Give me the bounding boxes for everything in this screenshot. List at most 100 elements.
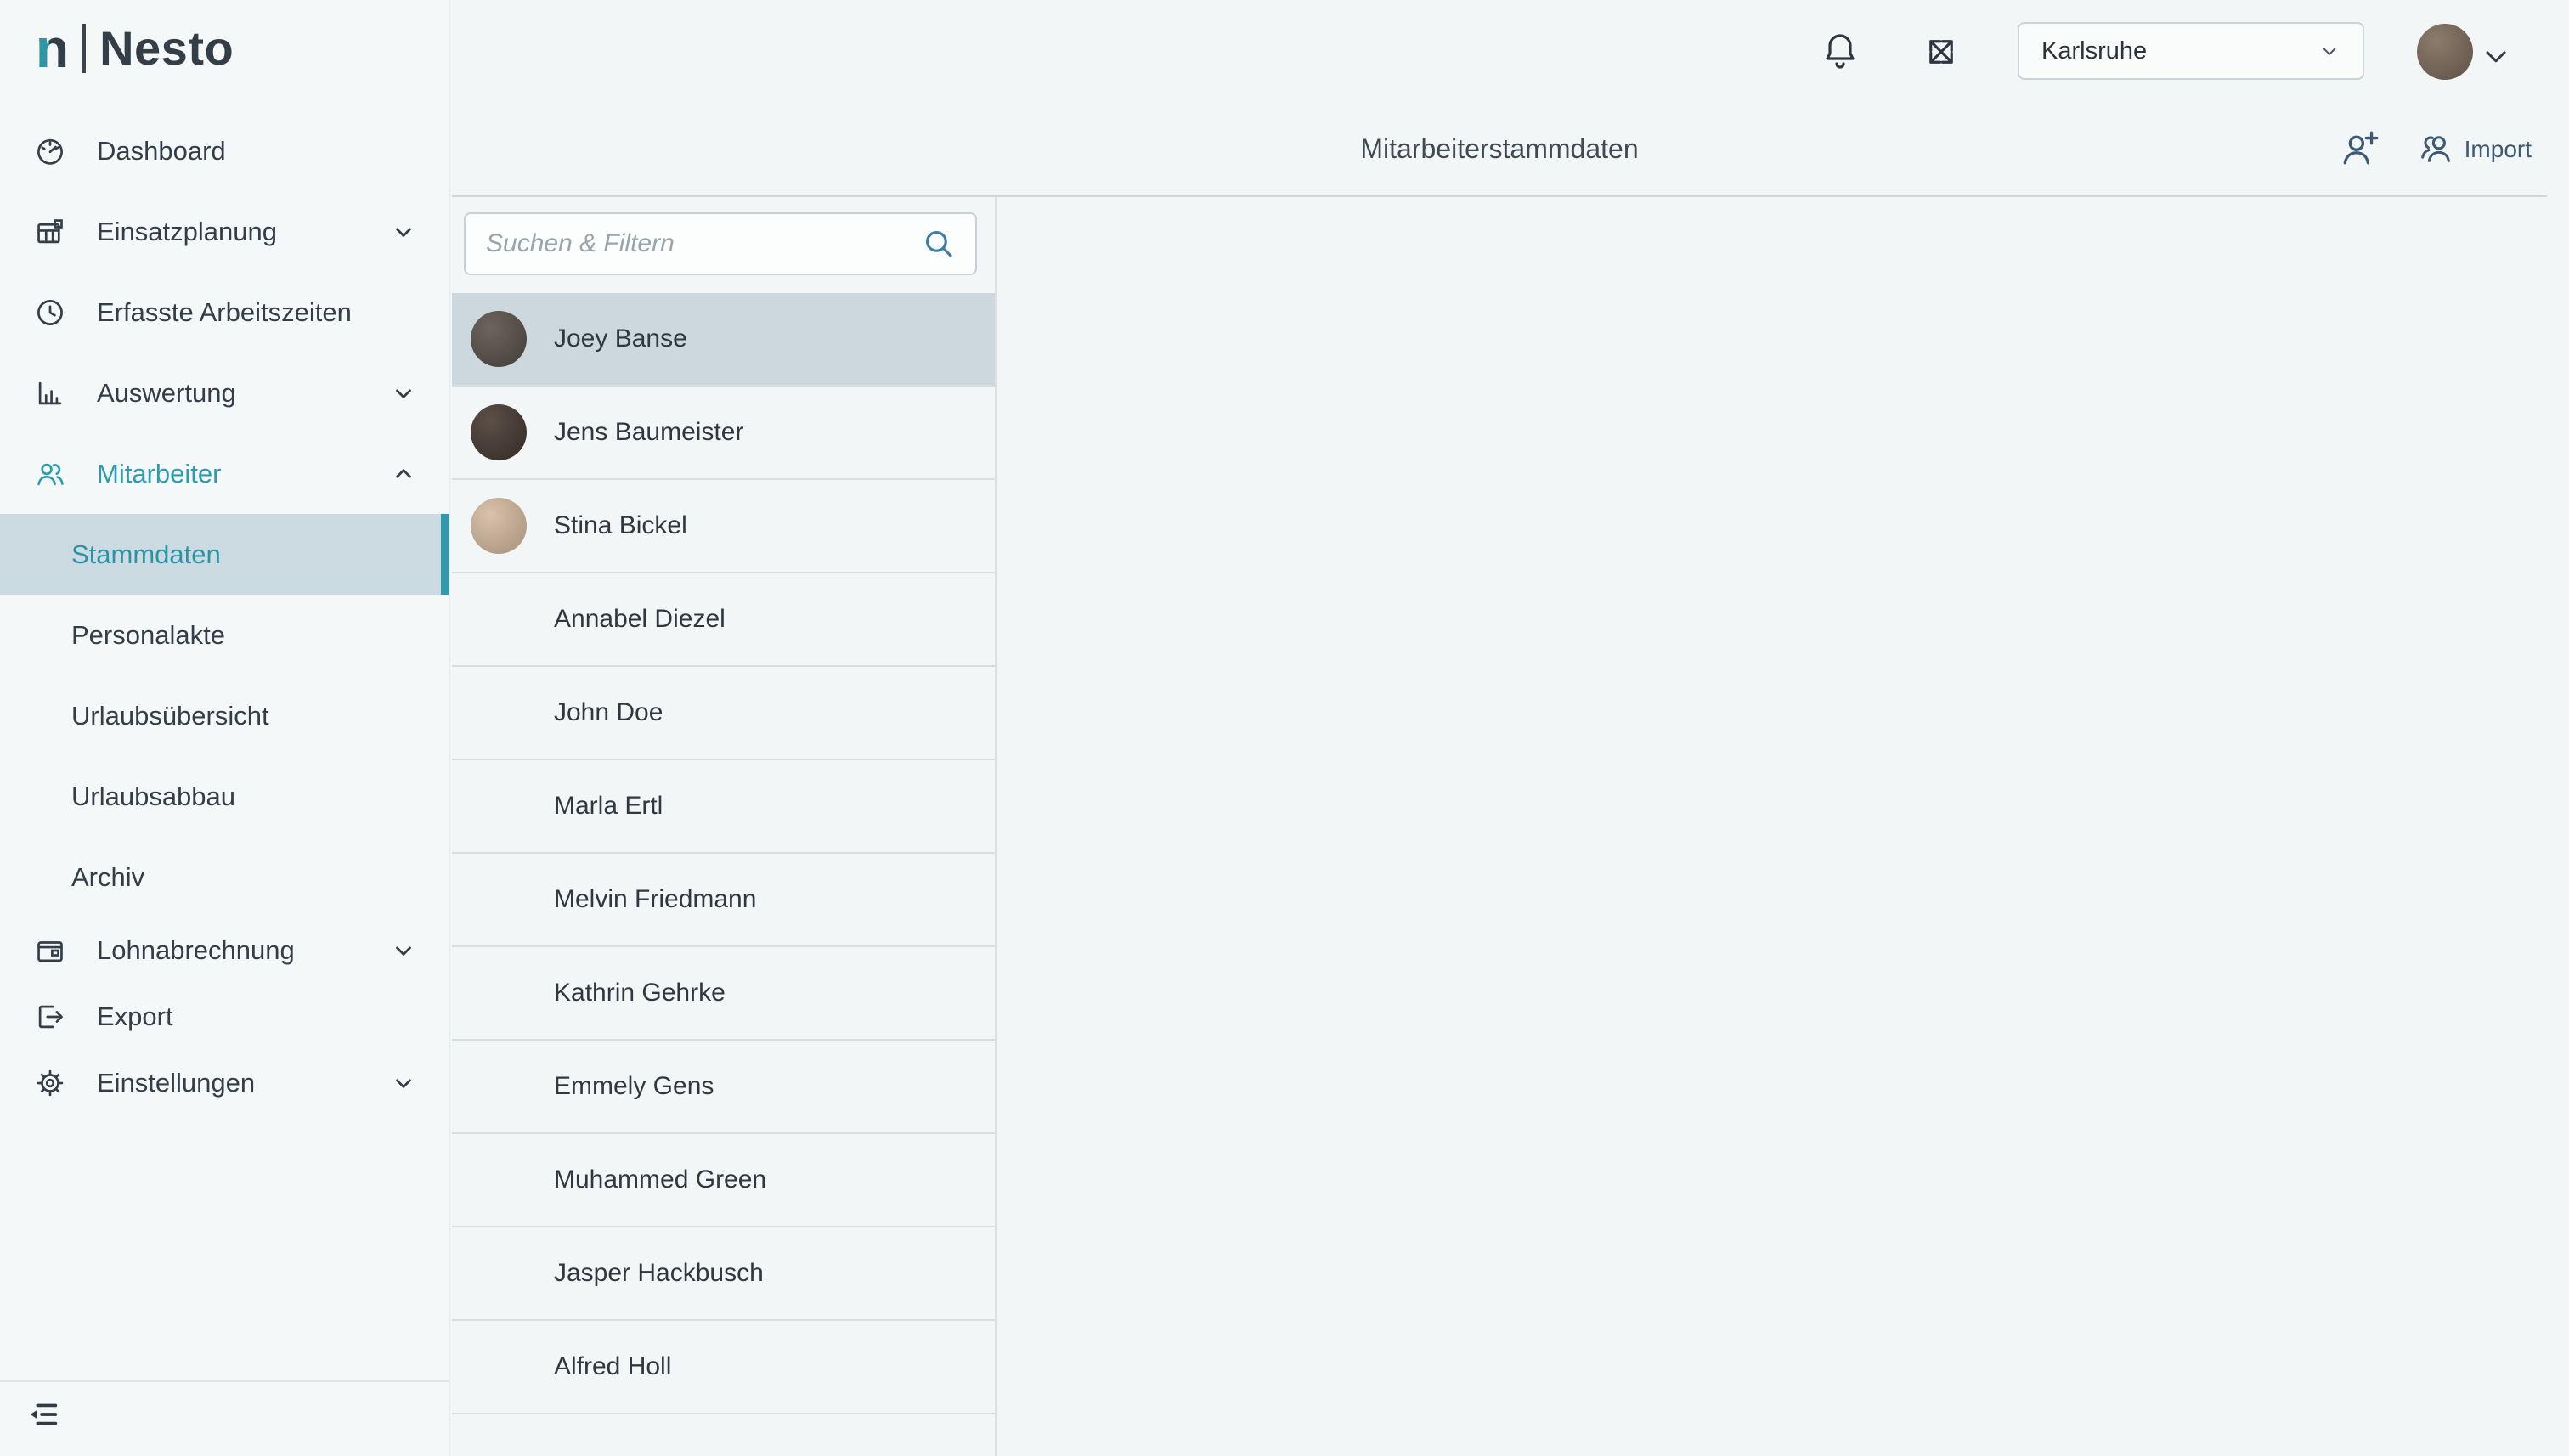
export-icon	[34, 1001, 66, 1033]
employee-name: Alfred Holl	[554, 1352, 671, 1381]
import-button[interactable]: Import	[2417, 128, 2532, 172]
chevron-down-icon	[2479, 62, 2513, 76]
sidebar-subitem-label: Stammdaten	[71, 539, 221, 570]
expand-icon	[1923, 59, 1959, 73]
add-employee-button[interactable]	[2339, 127, 2381, 173]
sidebar-subitem-archiv[interactable]: Archiv	[0, 837, 449, 917]
employee-row[interactable]: Kathrin Gehrke	[452, 947, 995, 1041]
search-input[interactable]	[484, 229, 921, 259]
bar-chart-icon	[34, 377, 66, 409]
avatar	[471, 778, 527, 834]
sidebar-item-erfasste-arbeitszeiten[interactable]: Erfasste Arbeitszeiten	[0, 272, 449, 353]
employee-row[interactable]: Stina Bickel	[452, 480, 995, 573]
employee-row[interactable]	[452, 1414, 995, 1456]
chevron-down-icon	[391, 938, 416, 963]
sidebar-item-dashboard[interactable]: Dashboard	[0, 110, 449, 191]
employee-row[interactable]: John Doe	[452, 667, 995, 760]
sidebar-item-label: Erfasste Arbeitszeiten	[97, 297, 352, 328]
sidebar-item-auswertung[interactable]: Auswertung	[0, 353, 449, 433]
employee-name: Kathrin Gehrke	[554, 979, 726, 1007]
chevron-down-icon	[2318, 40, 2340, 62]
sidebar-item-label: Einstellungen	[97, 1068, 255, 1098]
sidebar-item-export[interactable]: Export	[0, 984, 449, 1050]
logo-mark-letter-accent: n	[36, 21, 49, 76]
fullscreen-button[interactable]	[1923, 34, 1959, 74]
employee-list-panel: Joey Banse Jens Baumeister Stina Bickel …	[452, 197, 997, 1456]
chevron-down-icon	[391, 1070, 416, 1096]
chevron-down-icon	[391, 219, 416, 245]
employee-name: Marla Ertl	[554, 792, 663, 821]
sidebar-item-einsatzplanung[interactable]: Einsatzplanung	[0, 191, 449, 272]
avatar	[471, 591, 527, 647]
sidebar-item-mitarbeiter[interactable]: Mitarbeiter	[0, 433, 449, 514]
avatar	[471, 1058, 527, 1115]
chevron-down-icon	[391, 381, 416, 406]
employee-row[interactable]: Jasper Hackbusch	[452, 1227, 995, 1321]
employee-name: Muhammed Green	[554, 1165, 766, 1194]
employee-name: Jasper Hackbusch	[554, 1259, 764, 1288]
sidebar-item-label: Auswertung	[97, 378, 236, 409]
sidebar-item-einstellungen[interactable]: Einstellungen	[0, 1050, 449, 1116]
sidebar-item-label: Dashboard	[97, 136, 226, 166]
employee-row[interactable]: Emmely Gens	[452, 1041, 995, 1134]
logo-text: Nesto	[99, 20, 234, 76]
import-people-icon	[2417, 128, 2456, 172]
employee-name: Annabel Diezel	[554, 605, 726, 634]
gear-icon	[34, 1067, 66, 1099]
sidebar-subitem-urlaubsabbau[interactable]: Urlaubsabbau	[0, 756, 449, 837]
employee-row[interactable]: Alfred Holl	[452, 1321, 995, 1414]
sidebar-item-label: Export	[97, 1002, 173, 1032]
sidebar-subitem-label: Urlaubsabbau	[71, 782, 235, 812]
sidebar-item-label: Lohnabrechnung	[97, 935, 295, 966]
collapse-menu-icon	[24, 1423, 63, 1437]
chevron-up-icon	[391, 461, 416, 487]
employee-name: Melvin Friedmann	[554, 885, 756, 914]
sidebar-item-lohnabrechnung[interactable]: Lohnabrechnung	[0, 917, 449, 984]
sidebar-subitem-label: Archiv	[71, 862, 144, 893]
sidebar-collapse-button[interactable]	[24, 1395, 63, 1438]
clock-icon	[34, 296, 66, 329]
planning-grid-icon	[34, 216, 66, 248]
sidebar-subitem-label: Personalakte	[71, 620, 225, 651]
location-select[interactable]: Karlsruhe	[2018, 22, 2364, 80]
notifications-button[interactable]	[1820, 31, 1860, 76]
employee-name: Emmely Gens	[554, 1072, 714, 1101]
avatar	[471, 1339, 527, 1395]
employee-row[interactable]: Joey Banse	[452, 293, 995, 387]
sidebar: n n Nesto Dashboard Einsatzplanung	[0, 0, 450, 1456]
search-icon[interactable]	[921, 226, 957, 262]
person-add-icon	[2339, 127, 2381, 173]
avatar	[471, 685, 527, 741]
sidebar-item-label: Einsatzplanung	[97, 217, 277, 247]
content-header: Mitarbeiterstammdaten Import	[452, 102, 2547, 197]
employee-name: Stina Bickel	[554, 511, 687, 540]
employee-name: Joey Banse	[554, 324, 687, 353]
sidebar-item-label: Mitarbeiter	[97, 459, 221, 489]
sidebar-nav: Dashboard Einsatzplanung Erfasste Arbeit…	[0, 110, 449, 1116]
employee-row[interactable]: Marla Ertl	[452, 760, 995, 854]
user-avatar[interactable]	[2417, 24, 2473, 80]
search-box	[464, 212, 977, 275]
wallet-icon	[34, 934, 66, 967]
dashboard-icon	[34, 135, 66, 167]
nesto-logo[interactable]: n n Nesto	[36, 20, 234, 76]
employee-row[interactable]: Jens Baumeister	[452, 387, 995, 480]
employee-row[interactable]: Muhammed Green	[452, 1134, 995, 1227]
header-actions: Import	[2339, 102, 2532, 197]
avatar	[471, 311, 527, 367]
logo-divider	[82, 24, 86, 73]
user-menu-button[interactable]	[2479, 39, 2513, 77]
avatar	[471, 404, 527, 460]
bell-icon	[1820, 60, 1860, 75]
employee-list: Joey Banse Jens Baumeister Stina Bickel …	[452, 293, 995, 1456]
employee-row[interactable]: Melvin Friedmann	[452, 854, 995, 947]
employee-name: John Doe	[554, 698, 663, 727]
sidebar-subitem-personalakte[interactable]: Personalakte	[0, 595, 449, 675]
sidebar-subitem-label: Urlaubsübersicht	[71, 701, 269, 731]
employee-row[interactable]: Annabel Diezel	[452, 573, 995, 667]
app-window: n n Nesto Dashboard Einsatzplanung	[0, 0, 2569, 1456]
logo-mark-icon: n n	[36, 21, 69, 76]
sidebar-subitem-stammdaten[interactable]: Stammdaten	[0, 514, 449, 595]
sidebar-footer-divider	[0, 1380, 449, 1382]
sidebar-subitem-urlaubsuebersicht[interactable]: Urlaubsübersicht	[0, 675, 449, 756]
